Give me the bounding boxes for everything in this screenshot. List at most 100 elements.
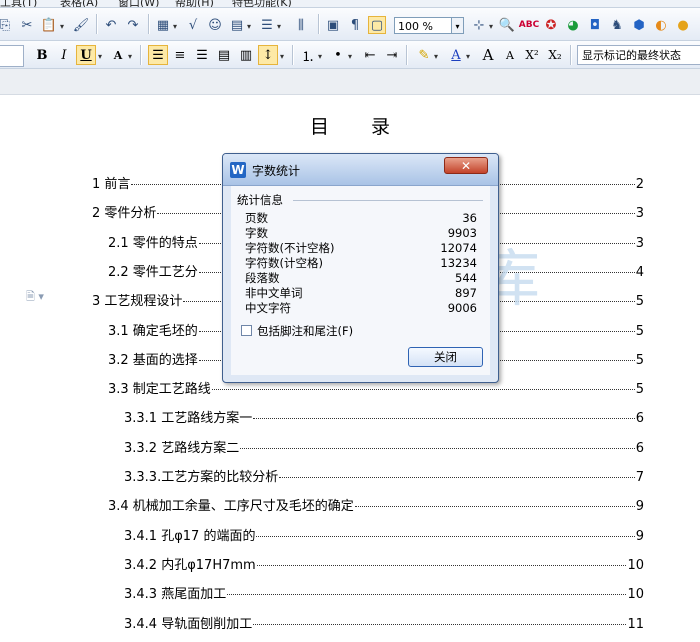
zoom-dropdown-icon[interactable]: ▾ (452, 17, 464, 34)
italic-button[interactable]: I (54, 45, 74, 65)
toc-entry-label: 3.4 机械加工余量、工序尺寸及毛坯的确定 (108, 499, 354, 515)
align-left-icon[interactable]: ☰ (148, 45, 168, 65)
toc-entry[interactable]: 3.3.1 工艺路线方案一 6 (124, 407, 644, 427)
bullets-dropdown-icon[interactable]: ▾ (348, 52, 352, 61)
grow-font-icon[interactable]: A (478, 45, 498, 65)
menu-features[interactable]: 特色功能(K) (232, 0, 292, 7)
font-effect-dropdown-icon[interactable]: ▾ (128, 52, 132, 61)
font-color-icon[interactable]: A (446, 45, 466, 65)
toc-entry[interactable]: 3.4.3 燕尾面加工 10 (124, 583, 644, 603)
superscript-icon[interactable]: X² (522, 45, 542, 65)
translate-icon[interactable]: ◕ (564, 16, 582, 34)
docer-icon[interactable]: ◘ (586, 16, 604, 34)
menu-table[interactable]: 表格(A) (60, 0, 98, 7)
stat-row: 段落数 544 (245, 271, 477, 285)
columns-icon[interactable]: ☰ (258, 16, 276, 34)
toc-leader-dots (253, 623, 627, 625)
menu-window[interactable]: 窗口(W) (118, 0, 159, 7)
word-count-dialog: W 字数统计 ✕ 统计信息 页数 36 字数 9903 字符数(不计空格) 12074 字符… (222, 153, 499, 383)
font-effect-icon[interactable]: A (108, 45, 128, 65)
formula-icon[interactable]: √ (184, 16, 202, 34)
wps-logo-icon: W (230, 162, 246, 178)
stat-value: 9903 (447, 226, 477, 240)
align-right-icon[interactable]: ☰ (192, 45, 212, 65)
stat-value: 897 (455, 286, 477, 300)
ruler-area (0, 69, 700, 95)
toc-entry[interactable]: 3.3.3.工艺方案的比较分析 7 (124, 466, 644, 486)
undo-icon[interactable]: ↶ (102, 16, 120, 34)
markup-display-select[interactable]: 显示标记的最终状态 (577, 45, 700, 65)
insert-table-icon[interactable]: ▦ (154, 16, 172, 34)
numbering-icon[interactable]: ⒈ (298, 45, 318, 65)
toc-entry[interactable]: 3.4.2 内孔φ17H7mm 10 (124, 554, 644, 574)
cloud-icon[interactable]: ⬢ (630, 16, 648, 34)
distributed-icon[interactable]: ▥ (236, 45, 256, 65)
bold-button[interactable]: B (32, 45, 52, 65)
increase-indent-icon[interactable]: ⇥ (382, 45, 402, 65)
toc-title: 目 录 (309, 116, 409, 138)
stat-label: 段落数 (245, 271, 280, 285)
select-dropdown-icon[interactable]: ▾ (489, 22, 493, 31)
include-footnotes-label[interactable]: 包括脚注和尾注(F) (257, 323, 353, 339)
stat-value: 36 (462, 211, 477, 225)
paste-icon[interactable]: 📋 (40, 16, 58, 34)
format-painter-icon[interactable]: 🖌 (72, 16, 90, 34)
spellcheck-icon[interactable]: ABC (519, 16, 539, 34)
toc-entry-page: 4 (635, 264, 644, 280)
paste-dropdown-icon[interactable]: ▾ (60, 22, 64, 31)
numbering-dropdown-icon[interactable]: ▾ (318, 52, 322, 61)
columns-dropdown-icon[interactable]: ▾ (277, 22, 281, 31)
toc-leader-dots (227, 594, 627, 596)
toc-leader-dots (256, 564, 627, 566)
template-icon[interactable]: ♞ (608, 16, 626, 34)
select-icon[interactable]: ⊹ (470, 16, 488, 34)
find-icon[interactable]: 🔍 (498, 16, 516, 34)
close-icon[interactable]: ✕ (444, 157, 488, 174)
bullets-icon[interactable]: • (328, 45, 348, 65)
font-color-dropdown-icon[interactable]: ▾ (466, 52, 470, 61)
highlight-dropdown-icon[interactable]: ▾ (434, 52, 438, 61)
align-center-icon[interactable]: ≡ (170, 45, 190, 65)
style-select[interactable] (0, 45, 24, 67)
insert-table-dropdown-icon[interactable]: ▾ (173, 22, 177, 31)
copy-icon[interactable]: ⎘ (0, 16, 14, 34)
print-layout-icon[interactable]: ▢ (368, 16, 386, 34)
stat-label: 页数 (245, 211, 268, 225)
redo-icon[interactable]: ↷ (124, 16, 142, 34)
underline-button[interactable]: U (76, 45, 96, 65)
toc-entry[interactable]: 3.4 机械加工余量、工序尺寸及毛坯的确定 9 (108, 495, 644, 515)
line-spacing-icon[interactable]: ↕ (258, 45, 278, 65)
underline-dropdown-icon[interactable]: ▾ (98, 52, 102, 61)
toc-entry[interactable]: 3.3.2 艺路线方案二 6 (124, 437, 644, 457)
paragraph-marker-icon[interactable]: 🗎 ▾ (26, 288, 44, 307)
cut-icon[interactable]: ✂ (18, 16, 36, 34)
stat-row: 中文字符 9006 (245, 301, 477, 315)
stat-label: 字数 (245, 226, 268, 240)
close-button[interactable]: 关闭 (408, 347, 483, 367)
toc-entry-label: 3.4.2 内孔φ17H7mm (124, 557, 256, 573)
drawing-icon[interactable]: ⫼ (292, 16, 310, 34)
research-icon[interactable]: ✪ (542, 16, 560, 34)
menu-tools[interactable]: 工具(T) (0, 0, 37, 7)
show-marks-icon[interactable]: ¶ (346, 16, 364, 34)
justify-icon[interactable]: ▤ (214, 45, 234, 65)
document-map-icon[interactable]: ▣ (324, 16, 342, 34)
skin-icon[interactable]: ◐ (652, 16, 670, 34)
table-style-dropdown-icon[interactable]: ▾ (247, 22, 251, 31)
help-icon[interactable]: ● (674, 16, 692, 34)
include-footnotes-checkbox[interactable] (241, 325, 252, 336)
symbol-icon[interactable]: ☺ (206, 16, 224, 34)
decrease-indent-icon[interactable]: ⇤ (360, 45, 380, 65)
shrink-font-icon[interactable]: A (500, 45, 520, 65)
line-spacing-dropdown-icon[interactable]: ▾ (280, 52, 284, 61)
menu-help[interactable]: 帮助(H) (175, 0, 214, 7)
toc-entry-page: 7 (635, 470, 644, 485)
zoom-input[interactable]: 100 % (394, 17, 452, 34)
highlight-icon[interactable]: ✎ (414, 45, 434, 65)
dialog-titlebar[interactable]: W 字数统计 ✕ (223, 154, 498, 186)
dialog-title: 字数统计 (252, 164, 301, 178)
table-style-icon[interactable]: ▤ (228, 16, 246, 34)
toc-entry[interactable]: 3.4.1 孔φ17 的端面的 9 (124, 525, 644, 545)
toc-entry[interactable]: 3.4.4 导轨面刨削加工 11 (124, 613, 644, 633)
subscript-icon[interactable]: X₂ (545, 45, 565, 65)
